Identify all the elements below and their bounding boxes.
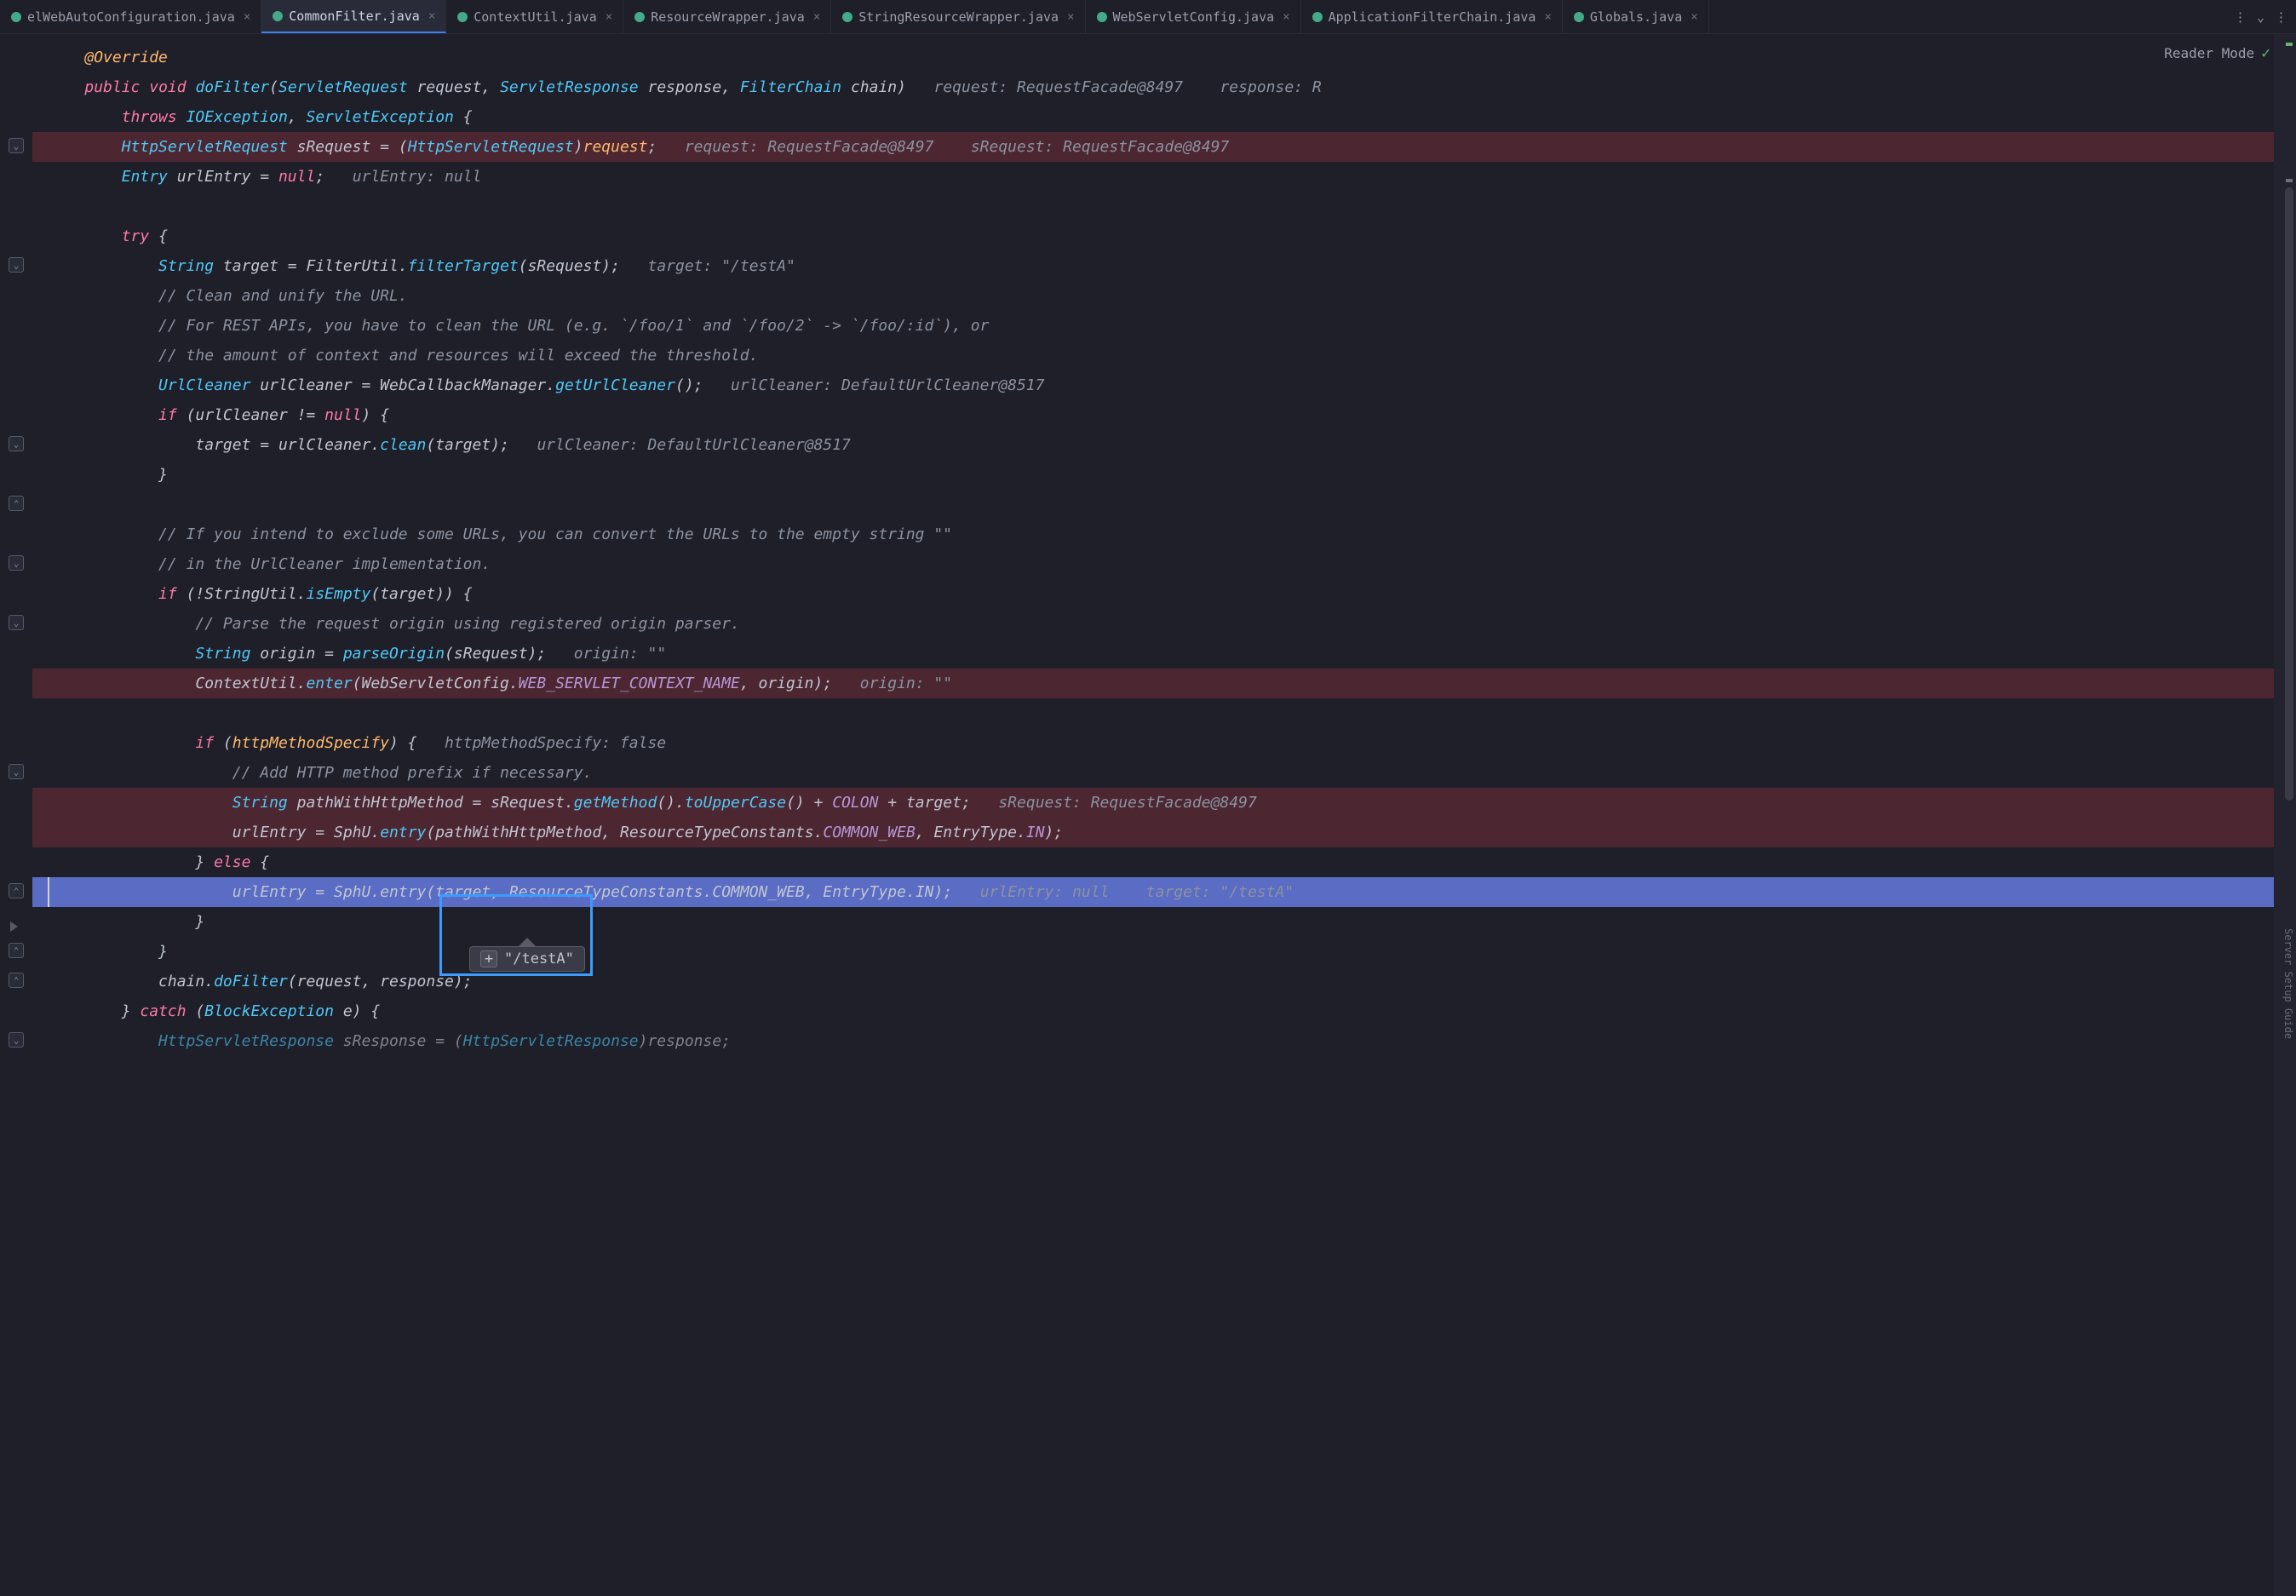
tab-label: WebServletConfig.java xyxy=(1113,9,1275,25)
tab-file-7[interactable]: Globals.java × xyxy=(1563,0,1709,33)
tabs-dropdown-icon[interactable]: ⌄ xyxy=(2257,9,2264,25)
comment: // Add HTTP method prefix if necessary. xyxy=(232,764,593,782)
inline-hint: urlEntry: null xyxy=(980,883,1110,901)
tab-file-1[interactable]: CommonFilter.java × xyxy=(261,0,446,33)
annotation: @Override xyxy=(84,49,168,66)
inline-hint: urlCleaner: DefaultUrlCleaner@8517 xyxy=(537,436,850,454)
inline-hint: urlCleaner: DefaultUrlCleaner@8517 xyxy=(731,376,1044,394)
gutter-fold-icon[interactable]: ⌄ xyxy=(9,257,24,273)
tab-file-6[interactable]: ApplicationFilterChain.java × xyxy=(1301,0,1563,33)
tabs-menu-icon[interactable]: ⋮ xyxy=(2275,9,2287,25)
close-icon[interactable]: × xyxy=(1283,10,1289,24)
inline-hint: origin: "" xyxy=(574,645,666,663)
inline-hint: origin: "" xyxy=(860,675,952,692)
inline-hint: sRequest: RequestFacade@8497 xyxy=(971,138,1229,156)
coverage-highlight: urlEntry = SphU.entry(pathWithHttpMethod… xyxy=(32,818,2274,847)
tab-file-4[interactable]: StringResourceWrapper.java × xyxy=(831,0,1085,33)
gutter-fold-icon[interactable]: ⌄ xyxy=(9,615,24,630)
tab-label: Globals.java xyxy=(1590,9,1682,25)
comment: // in the UrlCleaner implementation. xyxy=(158,555,491,573)
inline-hint: target: "/testA" xyxy=(1146,883,1294,901)
close-icon[interactable]: × xyxy=(244,10,250,24)
close-icon[interactable]: × xyxy=(1544,10,1551,24)
tab-file-0[interactable]: elWebAutoConfiguration.java × xyxy=(0,0,261,33)
tabs-overflow-controls: ⋮ ⌄ ⋮ xyxy=(2225,0,2296,33)
tabs-more-icon[interactable]: ⋮ xyxy=(2234,9,2247,25)
close-icon[interactable]: × xyxy=(428,9,435,23)
code-content[interactable]: @Override public void doFilter(ServletRe… xyxy=(32,34,2274,1596)
tab-label: elWebAutoConfiguration.java xyxy=(27,9,235,25)
gutter-fold-icon[interactable]: ⌃ xyxy=(9,883,24,898)
close-icon[interactable]: × xyxy=(813,10,820,24)
gutter-fold-icon[interactable]: ⌄ xyxy=(9,555,24,571)
gutter-fold-icon[interactable]: ⌄ xyxy=(9,436,24,451)
comment: // Clean and unify the URL. xyxy=(158,287,408,305)
tab-label: ApplicationFilterChain.java xyxy=(1329,9,1536,25)
gutter-fold-icon[interactable]: ⌃ xyxy=(9,973,24,988)
coverage-highlight: String pathWithHttpMethod = sRequest.get… xyxy=(32,788,2274,818)
coverage-highlight: HttpServletRequest sRequest = (HttpServl… xyxy=(32,132,2274,162)
gutter-fold-icon[interactable]: ⌄ xyxy=(9,138,24,153)
gutter-fold-icon[interactable]: ⌄ xyxy=(9,764,24,779)
inline-hint: response: R xyxy=(1220,78,1321,96)
comment: // the amount of context and resources w… xyxy=(158,347,758,365)
java-file-icon xyxy=(634,11,646,23)
close-icon[interactable]: × xyxy=(1690,10,1697,24)
debug-value-tooltip[interactable]: + "/testA" xyxy=(469,938,585,972)
gutter-fold-icon[interactable]: ⌄ xyxy=(9,1032,24,1048)
tab-file-5[interactable]: WebServletConfig.java × xyxy=(1086,0,1301,33)
java-file-icon xyxy=(1312,11,1323,23)
execution-line-highlight: urlEntry = SphU.entry(target, ResourceTy… xyxy=(32,877,2274,907)
comment: // If you intend to exclude some URLs, y… xyxy=(158,525,952,543)
tooltip-arrow-icon xyxy=(519,938,536,946)
java-file-icon xyxy=(272,10,284,22)
inline-hint: httpMethodSpecify: false xyxy=(445,734,666,752)
overview-marker xyxy=(2286,179,2293,182)
gutter-fold-icon[interactable]: ⌃ xyxy=(9,943,24,958)
inline-hint: request: RequestFacade@8497 xyxy=(685,138,934,156)
tab-label: CommonFilter.java xyxy=(289,9,420,24)
java-file-icon xyxy=(1096,11,1108,23)
editor-tabs: elWebAutoConfiguration.java × CommonFilt… xyxy=(0,0,2296,34)
comment: // For REST APIs, you have to clean the … xyxy=(158,317,989,335)
java-file-icon xyxy=(10,11,22,23)
tab-label: ResourceWrapper.java xyxy=(651,9,805,25)
editor-gutter: ⌄ ⌄ ⌄ ⌃ ⌄ ⌄ ⌄ ⌃ ⌃ ⌃ ⌄ xyxy=(0,34,32,1596)
debug-tooltip-value: "/testA" xyxy=(504,950,574,967)
java-file-icon xyxy=(841,11,853,23)
editor-overview-ruler[interactable] xyxy=(2274,34,2296,1596)
tab-file-2[interactable]: ContextUtil.java × xyxy=(446,0,623,33)
execution-pointer-icon xyxy=(10,921,18,932)
expand-icon[interactable]: + xyxy=(480,950,497,967)
java-file-icon xyxy=(456,11,468,23)
tab-label: StringResourceWrapper.java xyxy=(858,9,1059,25)
tab-label: ContextUtil.java xyxy=(474,9,597,25)
close-icon[interactable]: × xyxy=(606,10,612,24)
comment: // Parse the request origin using regist… xyxy=(195,615,739,633)
inline-hint: urlEntry: null xyxy=(353,168,482,186)
tool-window-label[interactable]: Server Setup Guide xyxy=(2282,928,2294,1039)
tab-file-3[interactable]: ResourceWrapper.java × xyxy=(623,0,831,33)
coverage-highlight: ContextUtil.enter(WebServletConfig.WEB_S… xyxy=(32,669,2274,698)
gutter-fold-icon[interactable]: ⌃ xyxy=(9,496,24,511)
overview-marker xyxy=(2286,43,2293,46)
inline-hint: sRequest: RequestFacade@8497 xyxy=(998,794,1256,812)
inline-hint: request: RequestFacade@8497 xyxy=(934,78,1184,96)
caret-icon xyxy=(48,877,49,907)
inline-hint: target: "/testA" xyxy=(648,257,795,275)
scrollbar-vertical[interactable] xyxy=(2285,187,2293,801)
editor-area: ⌄ ⌄ ⌄ ⌃ ⌄ ⌄ ⌄ ⌃ ⌃ ⌃ ⌄ @Override public v… xyxy=(0,34,2296,1596)
java-file-icon xyxy=(1573,11,1585,23)
close-icon[interactable]: × xyxy=(1067,10,1074,24)
